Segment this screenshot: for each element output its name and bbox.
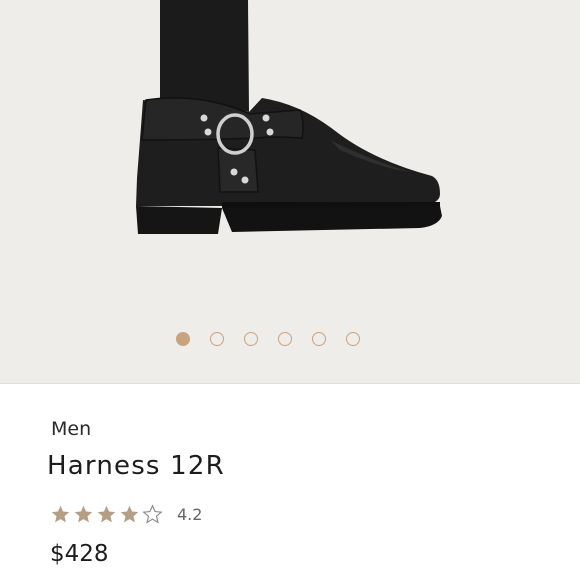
divider bbox=[0, 383, 580, 384]
rating-stars bbox=[50, 504, 163, 525]
gallery-dot-2[interactable] bbox=[210, 332, 224, 346]
star-filled-icon bbox=[74, 505, 93, 523]
gallery-dot-6[interactable] bbox=[346, 332, 360, 346]
gallery-dot-5[interactable] bbox=[312, 332, 326, 346]
product-category: Men bbox=[51, 418, 92, 440]
product-image-gallery[interactable] bbox=[0, 0, 580, 383]
star-filled-icon bbox=[120, 505, 139, 523]
gallery-pagination bbox=[176, 332, 360, 350]
gallery-dot-3[interactable] bbox=[244, 332, 258, 346]
product-rating[interactable]: 4.2 bbox=[50, 504, 202, 525]
star-outline-icon bbox=[142, 504, 163, 524]
boot-product-image bbox=[136, 0, 442, 234]
star-filled-icon bbox=[51, 505, 70, 523]
product-price: $428 bbox=[50, 541, 109, 567]
product-title: Harness 12R bbox=[47, 451, 225, 481]
star-filled-icon bbox=[97, 505, 116, 523]
gallery-dot-1[interactable] bbox=[176, 332, 190, 346]
rating-value: 4.2 bbox=[177, 505, 203, 524]
gallery-dot-4[interactable] bbox=[278, 332, 292, 346]
